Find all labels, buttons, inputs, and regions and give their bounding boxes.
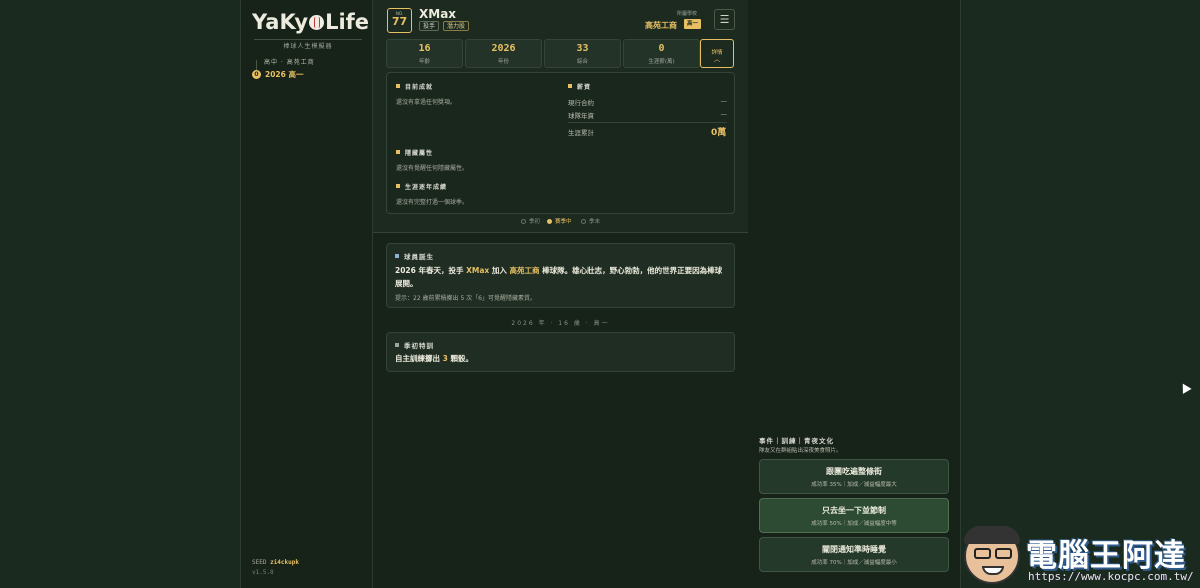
position-chip: 投手 (419, 21, 440, 31)
app-logo[interactable]: YaKy Life (252, 10, 369, 34)
baseball-icon (309, 15, 325, 30)
choice-button-3[interactable]: 關閉通知準時睡覺 成功率 70%｜加成／減益幅度最小 (759, 537, 949, 572)
stat-age: 16 年齡 (386, 39, 463, 68)
seed-value: zi4ckupk (270, 559, 299, 566)
player-header: NO. 77 XMax 投手 潛力股 所屬學校 高苑工商 高一 ☰ 16 年齡 2… (373, 0, 748, 233)
mouse-cursor-icon (1178, 381, 1192, 394)
timeline-school: 高中 · 高苑工商 (264, 59, 315, 66)
stat-career-salary: 0 生涯薪(萬) (623, 39, 700, 68)
event-card-body: 自主訓練擲出 3 顆骰。 (395, 354, 473, 363)
hidden-attrs-title: 隱藏屬性 (396, 148, 433, 157)
event-subtitle: 隊友又在群組貼出深夜美食照片。 (759, 448, 842, 454)
phase-dot-icon (581, 219, 586, 224)
phase-dot-icon (521, 219, 526, 224)
sidebar: YaKy Life 棒球人生模擬器 高中 · 高苑工商 0 2026 高一 SEE… (240, 0, 373, 588)
divider (568, 122, 727, 123)
phase-preseason: 季初 (521, 217, 540, 225)
choice-button-2[interactable]: 只去坐一下並節制 成功率 50%｜加成／減益幅度中等 (759, 498, 949, 533)
watermark-title: 電腦王阿達 (1026, 538, 1186, 574)
details-panel: 目前成就 還沒有拿過任何獎項。 薪資 現行合約 — 球隊年資 — 生涯累計 0萬… (386, 72, 735, 214)
event-card-body: 2026 年春天，投手 XMax 加入 高苑工商 棒球隊。雄心壯志，野心勃勃，他… (395, 266, 723, 288)
career-total-label: 生涯累計 (568, 129, 594, 137)
event-card-title: 季初特訓 (395, 340, 434, 350)
mascot-icon (964, 526, 1020, 584)
salary-title: 薪資 (568, 82, 591, 91)
main-panel: NO. 77 XMax 投手 潛力股 所屬學校 高苑工商 高一 ☰ 16 年齡 2… (373, 0, 748, 588)
jersey-number: 77 (391, 15, 408, 28)
event-card-birth: 球員誕生 2026 年春天，投手 XMax 加入 高苑工商 棒球隊。雄心壯志，野… (386, 243, 735, 308)
player-name: XMax (419, 7, 457, 21)
phase-midseason: 賽季中 (547, 217, 572, 225)
grade-badge: 高一 (684, 19, 702, 29)
timeline-divider: 2026 年 · 16 歲 · 高一 (511, 320, 610, 327)
team-salary-value: — (720, 110, 728, 118)
event-card-title: 球員誕生 (395, 251, 434, 261)
seed-display: SEED zi4ckupk (252, 559, 299, 566)
team-salary-label: 球隊年資 (568, 112, 594, 120)
career-stats-text: 還沒有完整打過一個球季。 (396, 199, 469, 206)
contract-value: — (720, 97, 728, 105)
career-stats-title: 生涯逐年成績 (396, 182, 447, 191)
timeline-year-marker: 0 (252, 70, 261, 79)
potential-chip: 潛力股 (443, 21, 470, 31)
achievements-text: 還沒有拿過任何獎項。 (396, 99, 457, 106)
jersey-number-badge: NO. 77 (387, 8, 412, 33)
hidden-attrs-text: 還沒有覺醒任何隱藏屬性。 (396, 165, 469, 172)
phase-dot-icon (547, 219, 552, 224)
app-tagline: 棒球人生模擬器 (254, 39, 362, 50)
hamburger-icon: ☰ (719, 13, 730, 26)
career-total-value: 0萬 (711, 128, 727, 138)
timeline-year-item[interactable]: 2026 高一 (265, 69, 304, 80)
stat-year: 2026 年份 (465, 39, 542, 68)
contract-label: 現行合約 (568, 99, 594, 107)
team-label: 所屬學校 (677, 11, 698, 17)
app-version: v1.5.8 (252, 569, 274, 576)
stats-row: 16 年齡 2026 年份 33 綜合 0 生涯薪(萬) (386, 39, 736, 68)
event-card-hint: 提示：22 歲前累積擲出 5 次「6」可覺醒隱藏素質。 (395, 295, 536, 302)
menu-button[interactable]: ☰ (714, 9, 735, 30)
event-header: 事件｜訓練｜青夜文化 (759, 437, 834, 445)
site-watermark: 電腦王阿達 https://www.kocpc.com.tw/ (964, 518, 1200, 588)
achievements-title: 目前成就 (396, 82, 433, 91)
team-name: 高苑工商 (645, 21, 677, 30)
watermark-url: https://www.kocpc.com.tw/ (1028, 570, 1194, 583)
chevron-up-icon: ︿ (713, 55, 721, 63)
choice-button-1[interactable]: 跟團吃遍整條街 成功率 35%｜加成／減益幅度最大 (759, 459, 949, 494)
details-toggle-button[interactable]: 詳情 ︿ (700, 39, 734, 68)
phase-endseason: 季末 (581, 217, 600, 225)
event-card-training: 季初特訓 自主訓練擲出 3 顆骰。 (386, 332, 735, 372)
stat-overall: 33 綜合 (544, 39, 621, 68)
